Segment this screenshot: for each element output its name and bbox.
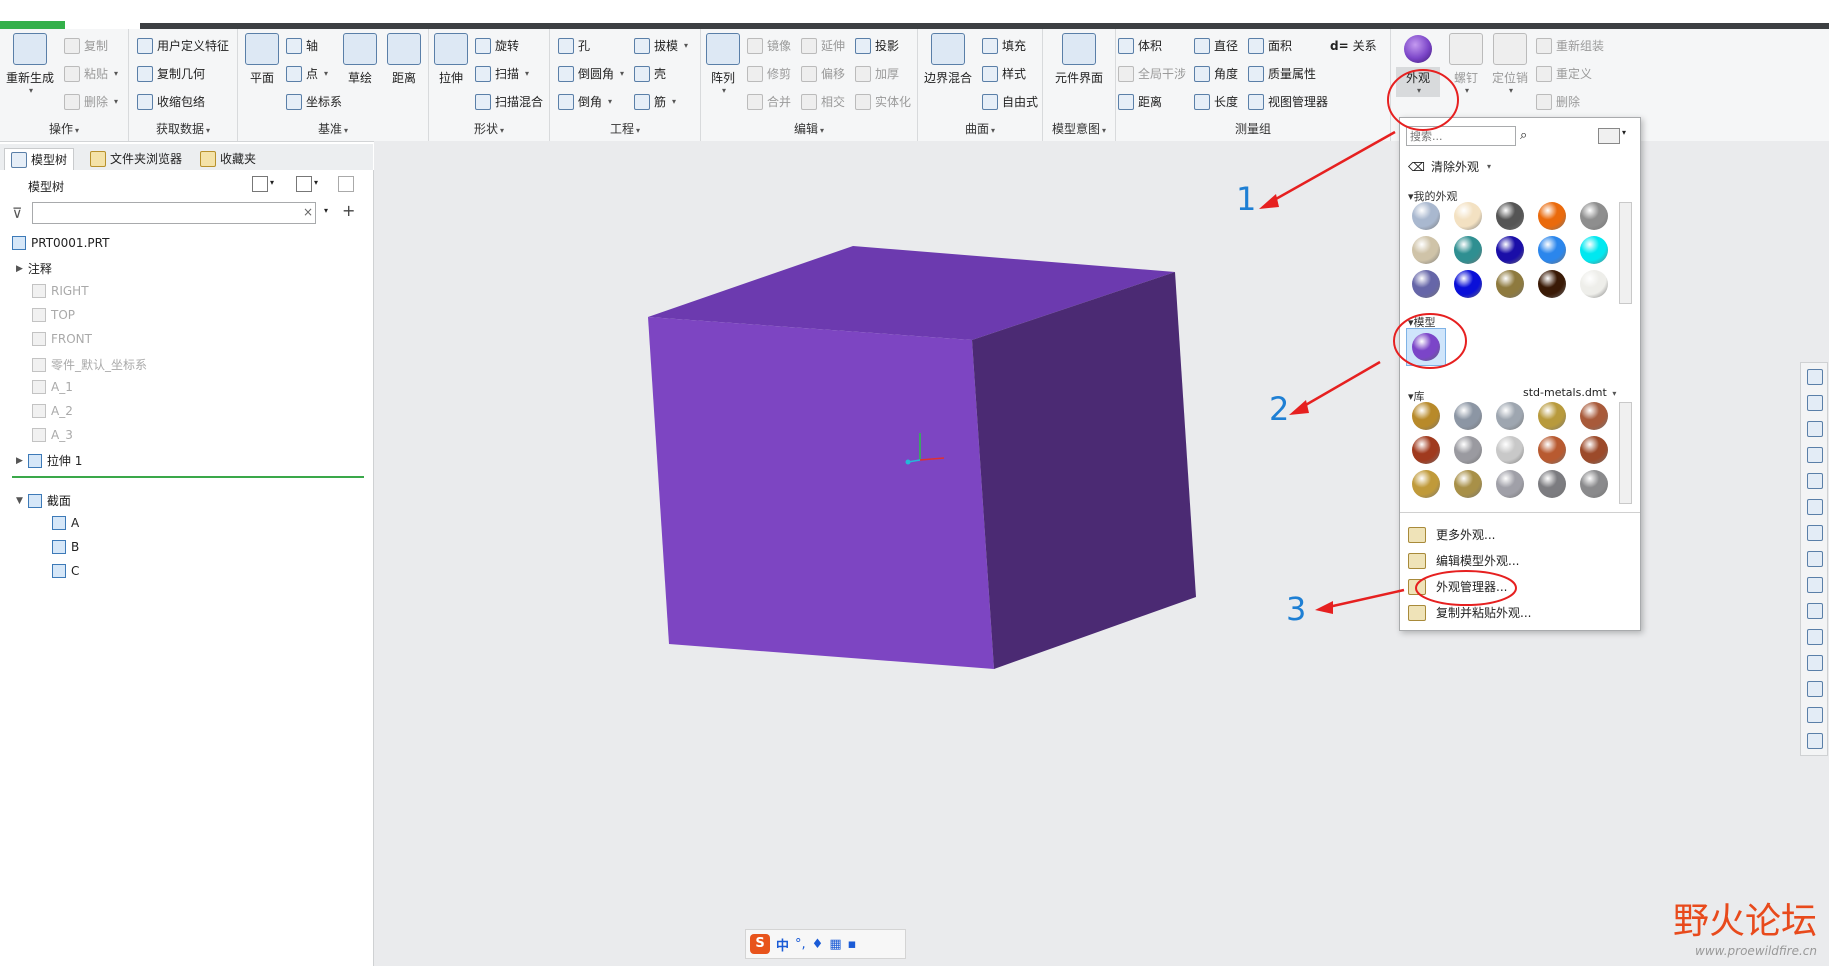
punctuation-icon[interactable]: °, [795,937,806,952]
copy-paste-appearance-item[interactable]: 复制并粘贴外观... [1408,604,1531,621]
graphics-toolbar [1800,362,1828,756]
my-appearance-swatch[interactable] [1412,236,1440,264]
library-file-selector[interactable]: std-metals.dmt ▾ [1523,386,1616,399]
appearance-manager-item[interactable]: 外观管理器... [1408,578,1507,595]
appearance-search-input[interactable] [1406,126,1516,146]
cube-side-face [972,272,1196,669]
watermark-url: www.proewildfire.cn [1695,944,1817,958]
my-appearance-swatch[interactable] [1580,236,1608,264]
datum-display-icon[interactable] [1807,629,1823,645]
display-style-icon[interactable] [1807,473,1823,489]
library-appearance-swatch[interactable] [1496,436,1524,464]
more-appearances-item[interactable]: 更多外观... [1408,526,1495,543]
divider [1400,512,1640,513]
ime-mode[interactable]: 中 [776,935,789,954]
my-appearance-swatch[interactable] [1538,270,1566,298]
annotation-3: 3 [1286,590,1307,628]
library-appearance-swatch[interactable] [1412,436,1440,464]
sogou-logo-icon[interactable]: S [750,934,770,954]
view-options-icon[interactable] [1598,128,1620,144]
my-appearance-swatch[interactable] [1538,236,1566,264]
point-display-icon[interactable] [1807,681,1823,697]
my-appearance-swatch[interactable] [1496,202,1524,230]
palette-icon [1408,526,1426,543]
ime-toolbar: S 中 °, ♦ ▦ ▪ [745,929,906,959]
saved-orientations-icon[interactable] [1807,499,1823,515]
section-view-icon[interactable] [1807,577,1823,593]
my-appearance-swatch[interactable] [1538,202,1566,230]
refit-icon[interactable] [1807,369,1823,385]
library-appearance-swatch[interactable] [1412,470,1440,498]
csys-display-icon[interactable] [1807,707,1823,723]
library-scrollbar[interactable] [1619,402,1632,504]
library-appearance-swatch[interactable] [1538,470,1566,498]
library-appearance-swatch[interactable] [1454,402,1482,430]
annotation-1: 1 [1236,180,1257,218]
annotation-display-icon[interactable] [1807,603,1823,619]
edit-appearance-icon [1408,552,1426,569]
search-icon[interactable]: ⌕ [1520,128,1527,143]
library-appearance-swatch[interactable] [1538,436,1566,464]
appearance-gallery: ⌕ ▾ ⌫清除外观▾ ▾我的外观 ▾模型 ▾库 std-metals.dmt ▾… [1399,117,1641,631]
library-appearance-swatch[interactable] [1454,436,1482,464]
my-appearance-swatch[interactable] [1496,270,1524,298]
cube-front-face [648,317,994,669]
my-appearance-swatch[interactable] [1580,202,1608,230]
edit-model-appearance-item[interactable]: 编辑模型外观... [1408,552,1519,569]
keyboard-icon[interactable]: ▦ [829,937,841,952]
repaint-icon[interactable] [1807,447,1823,463]
library-appearance-swatch[interactable] [1412,402,1440,430]
library-appearance-swatch[interactable] [1580,470,1608,498]
copy-paste-appearance-icon [1408,604,1426,621]
annotation-2: 2 [1269,390,1290,428]
zoom-in-icon[interactable] [1807,395,1823,411]
view-manager-icon[interactable] [1807,525,1823,541]
watermark-brand: 野火论坛 [1672,901,1817,942]
model-appearance-sphere [1412,333,1440,361]
library-appearance-swatch[interactable] [1580,436,1608,464]
my-appearance-swatch[interactable] [1412,202,1440,230]
my-appearances-scrollbar[interactable] [1619,202,1632,304]
eraser-icon: ⌫ [1408,159,1425,174]
my-appearance-swatch[interactable] [1412,270,1440,298]
chevron-down-icon[interactable]: ▾ [1622,128,1626,137]
clear-appearance-button[interactable]: ⌫ 清除外观 ▾ [1408,158,1491,175]
zoom-out-icon[interactable] [1807,421,1823,437]
my-appearance-swatch[interactable] [1580,270,1608,298]
appearance-manager-icon [1408,578,1426,595]
section-my-appearances[interactable]: ▾我的外观 [1408,188,1458,204]
library-appearance-swatch[interactable] [1496,402,1524,430]
library-appearance-swatch[interactable] [1538,402,1566,430]
spin-center-icon[interactable] [1807,733,1823,749]
toolbox-icon[interactable]: ▪ [848,937,857,952]
axis-display-icon[interactable] [1807,655,1823,671]
model-appearance-swatch[interactable] [1406,328,1446,366]
my-appearance-swatch[interactable] [1454,270,1482,298]
library-appearance-swatch[interactable] [1580,402,1608,430]
watermark: 野火论坛 www.proewildfire.cn [1673,892,1817,958]
my-appearance-swatch[interactable] [1496,236,1524,264]
library-appearance-swatch[interactable] [1496,470,1524,498]
library-appearance-swatch[interactable] [1454,470,1482,498]
my-appearance-swatch[interactable] [1454,236,1482,264]
microphone-icon[interactable]: ♦ [812,937,824,952]
my-appearance-swatch[interactable] [1454,202,1482,230]
perspective-icon[interactable] [1807,551,1823,567]
